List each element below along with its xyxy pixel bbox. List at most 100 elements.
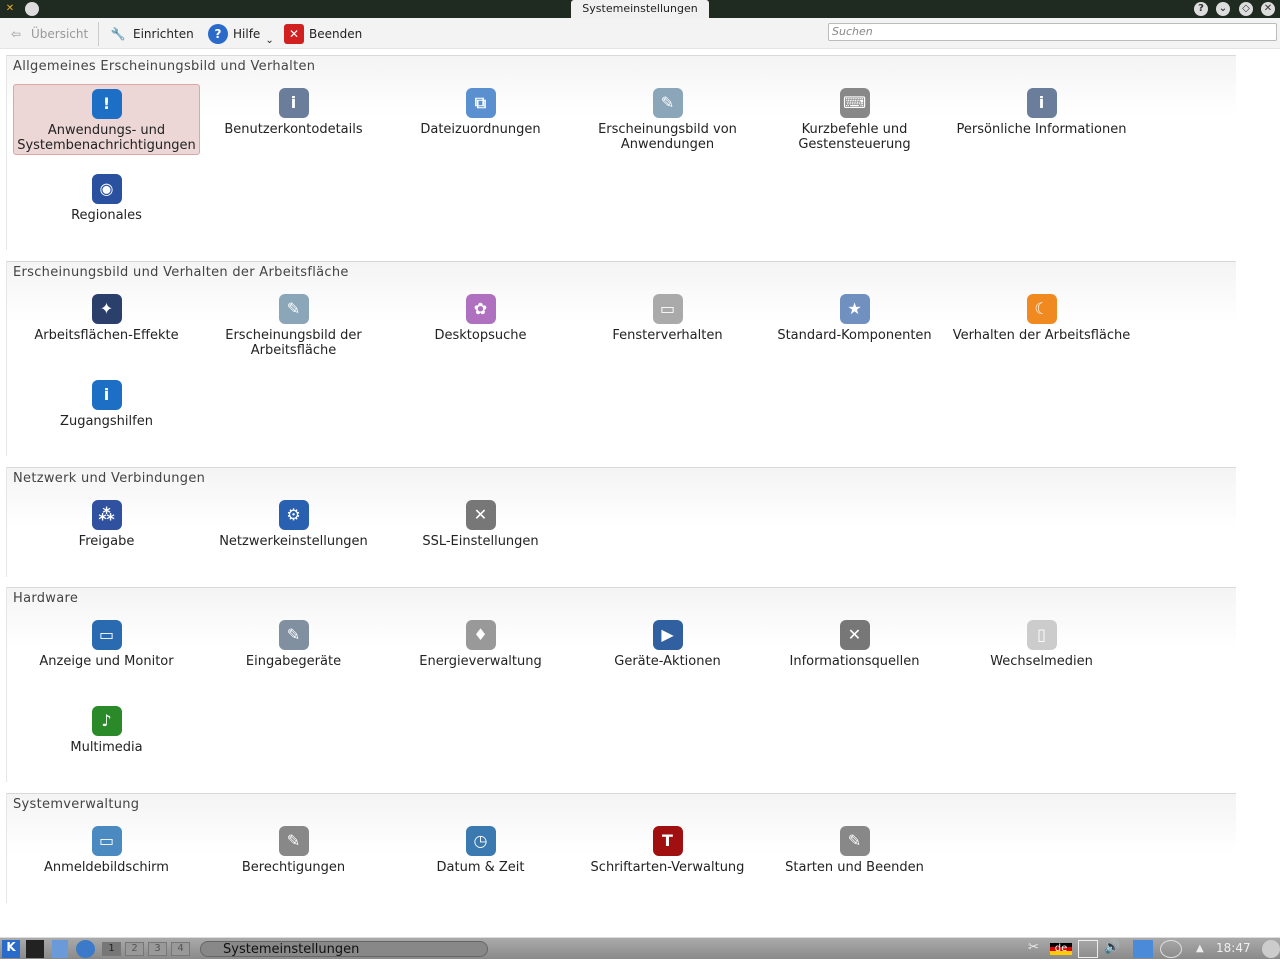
module-item[interactable]: ⁂ Freigabe (13, 496, 200, 567)
display-icon[interactable] (1078, 940, 1098, 958)
module-label: Persönliche Informationen (956, 122, 1127, 137)
terminal-icon[interactable] (26, 940, 44, 958)
maximize-button[interactable]: ◇ (1239, 2, 1253, 16)
network-icon[interactable] (1133, 940, 1153, 958)
module-label: Regionales (71, 208, 142, 223)
module-icon: i (91, 380, 122, 410)
module-item[interactable]: ♪ Multimedia (13, 702, 200, 773)
module-item[interactable]: ▭ Fensterverhalten (574, 290, 761, 361)
module-item[interactable]: ✕ SSL-Einstellungen (387, 496, 574, 567)
section-title: Allgemeines Erscheinungsbild und Verhalt… (13, 59, 316, 74)
module-item[interactable]: ⚙ Netzwerkeinstellungen (200, 496, 387, 567)
module-icon: ▭ (91, 826, 122, 856)
overview-label: Übersicht (31, 27, 89, 41)
module-icon: ✎ (839, 826, 870, 856)
module-item[interactable]: ✎ Erscheinungsbild von Anwendungen (574, 84, 761, 155)
module-icon: ✎ (278, 826, 309, 856)
module-item[interactable]: ▶ Geräte-Aktionen (574, 616, 761, 687)
usb-icon[interactable] (1160, 940, 1182, 958)
module-label: Erscheinungsbild der Arbeitsfläche (225, 328, 362, 358)
module-icon: ◷ (465, 826, 496, 856)
module-item[interactable]: ✦ Arbeitsflächen-Effekte (13, 290, 200, 361)
module-label: Benutzerkontodetails (224, 122, 363, 137)
section-title: Netzwerk und Verbindungen (13, 471, 206, 486)
close-button[interactable]: ✕ (1261, 2, 1275, 16)
module-icon: ▯ (1026, 620, 1057, 650)
clock: 18:47 (1216, 941, 1251, 955)
module-item[interactable]: ✿ Desktopsuche (387, 290, 574, 361)
module-icon: ♦ (465, 620, 496, 650)
kde-menu-icon[interactable]: K (2, 940, 20, 958)
overview-button[interactable]: ⇦ Übersicht (6, 23, 88, 45)
module-label: Starten und Beenden (785, 860, 924, 875)
desktop-1[interactable]: 1 (102, 942, 121, 956)
desktop-3[interactable]: 3 (148, 942, 167, 956)
module-item[interactable]: ◷ Datum & Zeit (387, 822, 574, 893)
module-icon: ⌨ (839, 88, 870, 118)
module-item[interactable]: i Zugangshilfen (13, 376, 200, 447)
module-item[interactable]: ▭ Anmeldebildschirm (13, 822, 200, 893)
module-item[interactable]: ▭ Anzeige und Monitor (13, 616, 200, 687)
module-icon: ▶ (652, 620, 683, 650)
volume-icon[interactable]: 🔊 (1104, 940, 1120, 958)
module-item[interactable]: ⧉ Dateizuordnungen (387, 84, 574, 155)
module-item[interactable]: ✕ Informationsquellen (761, 616, 948, 687)
module-icon: ⚙ (278, 500, 309, 530)
help-button[interactable]: ? Hilfe ⌄ (208, 23, 274, 46)
section-title: Erscheinungsbild und Verhalten der Arbei… (13, 265, 349, 280)
module-item[interactable]: ✎ Eingabegeräte (200, 616, 387, 687)
module-label: Kurzbefehle und Gestensteuerung (798, 122, 911, 152)
module-item[interactable]: ✎ Erscheinungsbild der Arbeitsfläche (200, 290, 387, 361)
module-label: SSL-Einstellungen (422, 534, 539, 549)
module-item[interactable]: ★ Standard-Komponenten (761, 290, 948, 361)
keyboard-layout[interactable]: de (1050, 943, 1072, 955)
module-label: Anzeige und Monitor (39, 654, 174, 669)
module-item[interactable]: ♦ Energieverwaltung (387, 616, 574, 687)
module-item[interactable]: i Benutzerkontodetails (200, 84, 387, 155)
module-icon: ✎ (278, 294, 309, 324)
module-label: Datum & Zeit (436, 860, 525, 875)
module-icon: ◉ (91, 174, 122, 204)
module-item[interactable]: ▯ Wechselmedien (948, 616, 1135, 687)
file-manager-icon[interactable] (52, 940, 68, 958)
module-item[interactable]: i Persönliche Informationen (948, 84, 1135, 155)
module-item[interactable]: ◉ Regionales (13, 170, 200, 241)
module-item[interactable]: ⌨ Kurzbefehle und Gestensteuerung (761, 84, 948, 155)
module-icon: ♪ (91, 706, 122, 736)
wrench-icon: 🔧 (110, 27, 126, 41)
configure-button[interactable]: 🔧 Einrichten (108, 23, 194, 45)
window-menu-icon[interactable] (25, 2, 39, 16)
module-icon: ✿ (465, 294, 496, 324)
module-icon: ▭ (91, 620, 122, 650)
search-input[interactable]: Suchen (828, 23, 1277, 41)
klipper-icon[interactable]: ✂ (1028, 940, 1039, 958)
module-item[interactable]: ✎ Starten und Beenden (761, 822, 948, 893)
module-label: Arbeitsflächen-Effekte (34, 328, 179, 343)
module-item[interactable]: T Schriftarten-Verwaltung (574, 822, 761, 893)
tray-expand-icon[interactable]: ▲ (1196, 943, 1204, 961)
minimize-button[interactable]: ⌄ (1216, 2, 1230, 16)
section: Erscheinungsbild und Verhalten der Arbei… (6, 261, 1236, 456)
task-systemeinstellungen[interactable]: Systemeinstellungen (200, 941, 488, 957)
module-label: Eingabegeräte (245, 654, 342, 669)
desktop-4[interactable]: 4 (171, 942, 190, 956)
chevron-down-icon[interactable]: ⌄ (265, 35, 273, 46)
module-item[interactable]: ! Anwendungs- und Systembenachrichtigunge… (13, 84, 200, 155)
help-window-button[interactable]: ? (1194, 2, 1208, 16)
module-item[interactable]: ☾ Verhalten der Arbeitsfläche (948, 290, 1135, 361)
browser-icon[interactable] (76, 940, 95, 958)
module-label: Netzwerkeinstellungen (219, 534, 368, 549)
section: Systemverwaltung ▭ Anmeldebildschirm ✎ Berec… (6, 793, 1236, 903)
window-title: Systemeinstellungen (571, 0, 709, 18)
desktop-2[interactable]: 2 (125, 942, 144, 956)
module-icon: ✦ (91, 294, 122, 324)
module-icon: ☾ (1026, 294, 1057, 324)
cashew-icon[interactable] (1262, 940, 1280, 958)
module-label: Wechselmedien (990, 654, 1093, 669)
module-item[interactable]: ✎ Berechtigungen (200, 822, 387, 893)
module-icon: i (278, 88, 309, 118)
module-label: Energieverwaltung (419, 654, 542, 669)
title-bar: ✕ Systemeinstellungen ? ⌄ ◇ ✕ (0, 0, 1280, 18)
quit-button[interactable]: ✕ Beenden (284, 23, 362, 45)
section: Hardware ▭ Anzeige und Monitor ✎ Eingabegerä… (6, 587, 1236, 782)
